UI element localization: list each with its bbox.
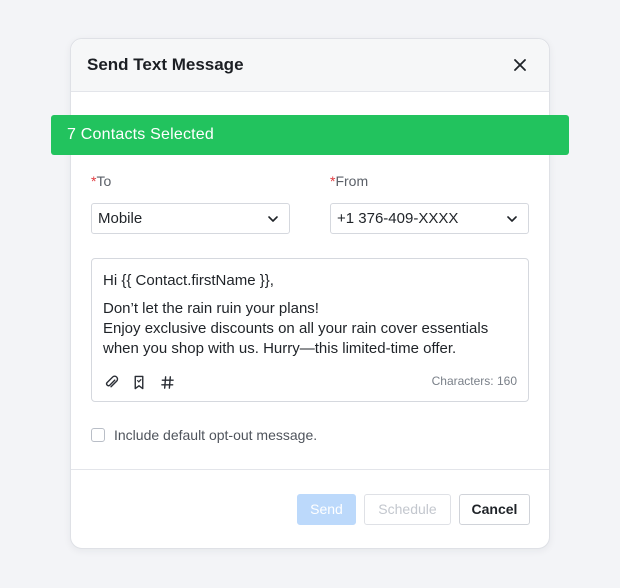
message-editor[interactable]: Hi {{ Contact.firstName }}, Don’t let th… (91, 258, 529, 402)
bookmark-icon (134, 375, 144, 389)
optout-label: Include default opt-out message. (114, 427, 318, 443)
character-count: Characters: 160 (431, 374, 517, 388)
paperclip-icon (105, 375, 118, 387)
hash-icon (160, 375, 174, 389)
from-label: *From (330, 173, 368, 189)
from-label-text: From (335, 173, 369, 189)
merge-field-button[interactable] (159, 374, 175, 390)
message-line-1: Don’t let the rain ruin your plans! (103, 300, 319, 317)
close-button[interactable] (509, 54, 531, 76)
message-toolbar (103, 374, 175, 390)
from-select[interactable]: +1 376-409-XXXX (330, 203, 529, 234)
footer-divider (71, 469, 549, 470)
modal-header: Send Text Message (71, 39, 549, 92)
to-select[interactable]: Mobile (91, 203, 290, 234)
contacts-selected-banner: 7 Contacts Selected (51, 115, 569, 155)
cancel-button[interactable]: Cancel (459, 494, 530, 525)
optout-option: Include default opt-out message. (91, 427, 317, 443)
message-line-3: when you shop with us. Hurry—this limite… (103, 340, 457, 357)
chevron-down-icon (268, 216, 278, 222)
chevron-down-icon (507, 216, 517, 222)
schedule-button[interactable]: Schedule (364, 494, 451, 525)
template-button[interactable] (131, 374, 147, 390)
from-select-value: +1 376-409-XXXX (337, 210, 459, 227)
attach-button[interactable] (103, 374, 119, 390)
message-line-2: Enjoy exclusive discounts on all your ra… (103, 320, 489, 337)
to-label: *To (91, 173, 111, 189)
close-icon (514, 59, 526, 71)
to-label-text: To (96, 173, 112, 189)
optout-checkbox[interactable] (91, 428, 105, 442)
to-select-value: Mobile (98, 210, 143, 227)
modal-title: Send Text Message (87, 55, 244, 74)
send-button[interactable]: Send (297, 494, 356, 525)
message-greeting: Hi {{ Contact.firstName }}, (103, 272, 274, 289)
